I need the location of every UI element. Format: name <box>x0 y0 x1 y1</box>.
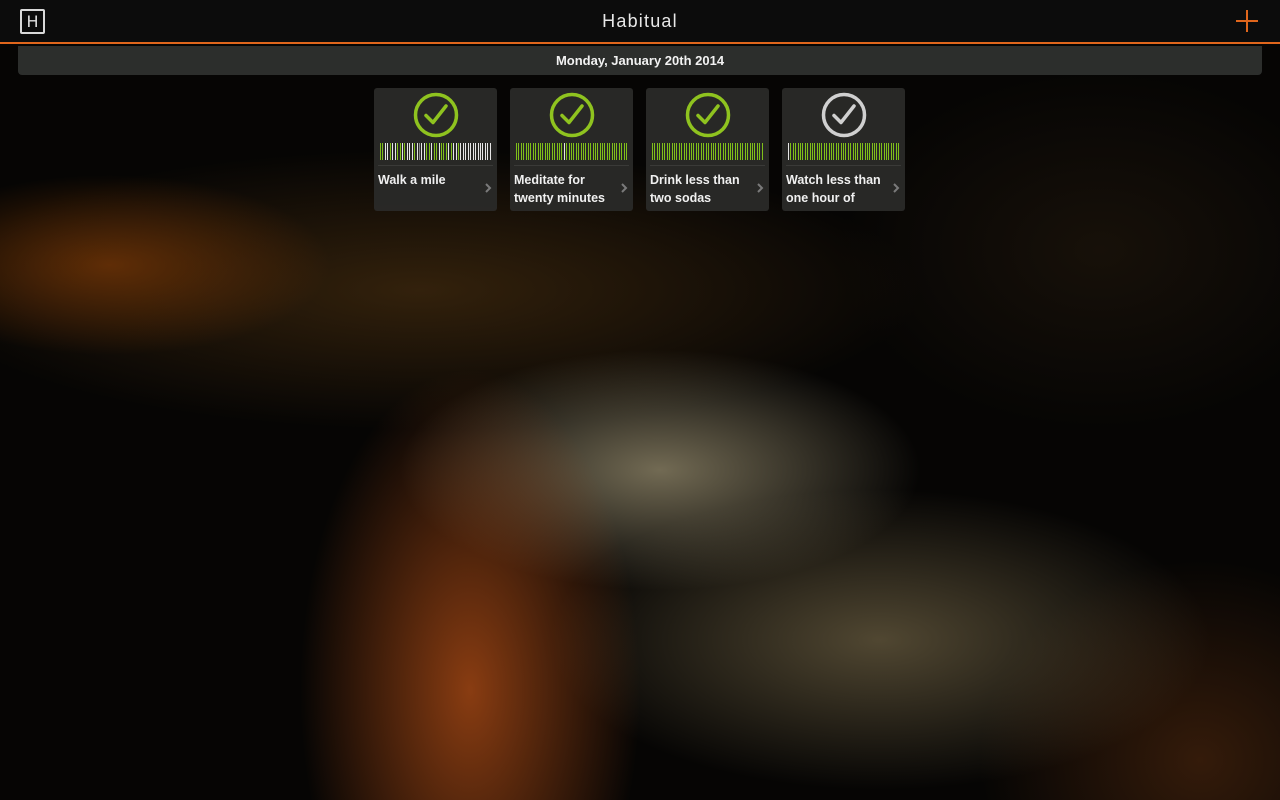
habit-card[interactable]: Watch less than one hour of <box>782 88 905 211</box>
chevron-right-icon <box>484 182 492 194</box>
check-circle-icon[interactable] <box>685 92 731 138</box>
date-label: Monday, January 20th 2014 <box>555 53 725 68</box>
habit-history-bar <box>652 143 763 160</box>
habit-card[interactable]: Walk a mile <box>374 88 497 211</box>
check-circle-icon[interactable] <box>821 92 867 138</box>
habit-history-bar <box>788 143 899 160</box>
habit-grid: Walk a mile Meditate for twenty minutes Dr… <box>374 88 914 212</box>
chevron-right-icon <box>892 182 900 194</box>
habit-label: Walk a mile <box>378 173 446 187</box>
card-divider <box>378 165 493 166</box>
card-divider <box>786 165 901 166</box>
app-title: Habitual <box>602 11 678 31</box>
check-circle-icon[interactable] <box>549 92 595 138</box>
chevron-right-icon <box>756 182 764 194</box>
card-divider <box>650 165 765 166</box>
chevron-right-icon <box>620 182 628 194</box>
add-habit-button[interactable] <box>1236 10 1258 32</box>
habit-label: Watch less than one hour of <box>786 173 881 205</box>
date-bar: Monday, January 20th 2014 <box>18 46 1262 75</box>
habit-history-bar <box>380 143 491 160</box>
habit-label: Meditate for twenty minutes <box>514 173 605 205</box>
habit-label: Drink less than two sodas <box>650 173 740 205</box>
habit-history-bar <box>516 143 627 160</box>
check-circle-icon[interactable] <box>413 92 459 138</box>
card-divider <box>514 165 629 166</box>
habit-card[interactable]: Meditate for twenty minutes <box>510 88 633 211</box>
top-bar: H Habitual <box>0 0 1280 44</box>
habit-card[interactable]: Drink less than two sodas <box>646 88 769 211</box>
